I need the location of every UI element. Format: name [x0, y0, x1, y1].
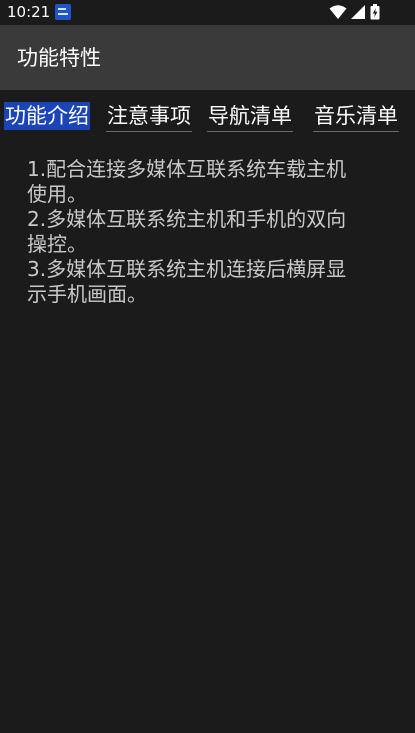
feature-line: 3.多媒体互联系统主机连接后横屏显 [27, 257, 347, 281]
tab-music-list[interactable]: 音乐清单 [313, 102, 399, 132]
feature-line: 使用。 [27, 182, 87, 206]
feature-line: 2.多媒体互联系统主机和手机的双向 [27, 207, 347, 231]
tab-music-list-underline [313, 131, 399, 132]
feature-description: 1.配合连接多媒体互联系统车载主机 使用。 2.多媒体互联系统主机和手机的双向 … [27, 157, 397, 307]
page-title: 功能特性 [17, 46, 101, 70]
battery-icon [370, 4, 380, 20]
feature-line: 1.配合连接多媒体互联系统车载主机 [27, 157, 347, 181]
feature-line: 示手机画面。 [27, 282, 147, 306]
status-icons [329, 4, 385, 20]
feature-line: 操控。 [27, 232, 87, 256]
wifi-icon [329, 5, 347, 19]
tab-navigation-list-label: 导航清单 [208, 104, 292, 128]
tab-features[interactable]: 功能介绍 [4, 102, 90, 130]
signal-icon [351, 5, 365, 19]
tab-notes-underline [106, 131, 192, 132]
tab-bar: 功能介绍 注意事项 导航清单 音乐清单 [0, 102, 415, 132]
tab-navigation-list-underline [207, 131, 293, 132]
tab-notes[interactable]: 注意事项 [106, 102, 192, 132]
tab-music-list-label: 音乐清单 [314, 104, 398, 128]
app-bar: 功能特性 [0, 25, 415, 90]
app-notification-icon [55, 4, 71, 20]
status-bar: 10:21 [0, 0, 415, 25]
status-time: 10:21 [7, 3, 51, 21]
tab-navigation-list[interactable]: 导航清单 [207, 102, 293, 132]
tab-notes-label: 注意事项 [107, 104, 191, 128]
